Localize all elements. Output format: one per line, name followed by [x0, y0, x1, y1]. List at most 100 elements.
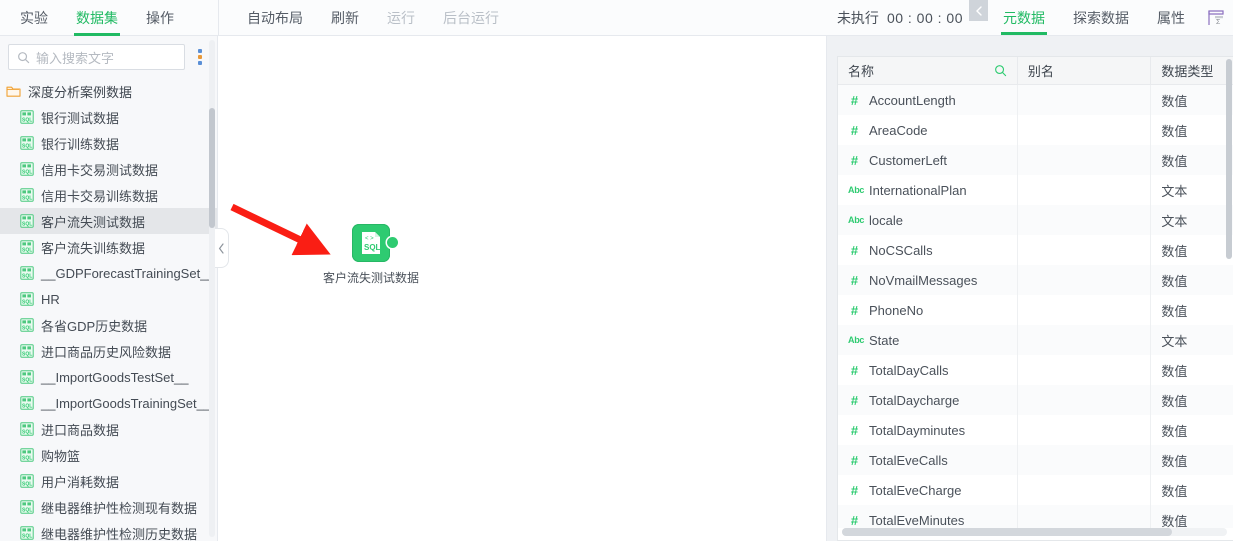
sidebar-item-12[interactable]: SQL 进口商品数据 — [0, 416, 217, 442]
sidebar-item-1[interactable]: SQL 银行训练数据 — [0, 130, 217, 156]
sidebar-item-2[interactable]: SQL 信用卡交易测试数据 — [0, 156, 217, 182]
output-port-icon[interactable] — [387, 237, 398, 248]
sidebar-item-3[interactable]: SQL 信用卡交易训练数据 — [0, 182, 217, 208]
action-button-0[interactable]: 自动布局 — [233, 0, 317, 35]
sidebar-item-10[interactable]: SQL __ImportGoodsTestSet__ — [0, 364, 217, 390]
table-summary-icon[interactable]: Σ — [1199, 0, 1233, 35]
cell-alias[interactable] — [1016, 295, 1151, 325]
search-icon[interactable] — [994, 64, 1007, 77]
sidebar-item-9[interactable]: SQL 进口商品历史风险数据 — [0, 338, 217, 364]
cell-name-label: AccountLength — [869, 92, 956, 108]
cell-datatype-label: 数值 — [1161, 273, 1188, 289]
cell-datatype: 数值 — [1150, 295, 1233, 325]
sidebar-scrollbar[interactable] — [209, 40, 215, 537]
tab-2[interactable]: 属性 — [1143, 0, 1199, 35]
dataset-node[interactable]: < > SQL 客户流失测试数据 — [323, 224, 419, 286]
sql-dataset-icon: SQL — [20, 344, 34, 358]
experiment-canvas[interactable]: < > SQL 客户流失测试数据 — [219, 36, 826, 541]
tree-folder-row[interactable]: 深度分析案例数据 — [0, 78, 217, 104]
svg-text:SQL: SQL — [364, 243, 381, 252]
tab-1[interactable]: 数据集 — [62, 0, 132, 36]
column-header-alias: 别名 — [1016, 57, 1151, 84]
top-toolbar: 实验 数据集 操作 自动布局 刷新 运行 后台运行 未执行 00 : 00 : 00 元数… — [0, 0, 1233, 36]
table-vertical-scrollbar-thumb[interactable] — [1226, 59, 1232, 259]
sidebar-item-13[interactable]: SQL 购物篮 — [0, 442, 217, 468]
table-row[interactable]: Abc InternationalPlan 文本 — [838, 175, 1233, 205]
action-button-2[interactable]: 运行 — [373, 0, 429, 35]
cell-datatype-label: 数值 — [1161, 393, 1188, 409]
cell-alias[interactable] — [1016, 505, 1151, 528]
table-row[interactable]: # TotalDaycharge 数值 — [838, 385, 1233, 415]
tab-1[interactable]: 探索数据 — [1059, 0, 1143, 35]
sql-dataset-icon: SQL — [20, 448, 34, 462]
table-row[interactable]: # AreaCode 数值 — [838, 115, 1233, 145]
table-row[interactable]: # CustomerLeft 数值 — [838, 145, 1233, 175]
tab-0[interactable]: 实验 — [6, 0, 62, 36]
sql-document-icon: < > SQL — [362, 232, 381, 254]
table-row[interactable]: # TotalEveMinutes 数值 — [838, 505, 1233, 528]
cell-alias[interactable] — [1016, 325, 1151, 355]
sidebar-item-16[interactable]: SQL 继电器维护性检测历史数据 — [0, 520, 217, 541]
table-row[interactable]: # AccountLength 数值 — [838, 85, 1233, 115]
cell-alias[interactable] — [1016, 175, 1151, 205]
sidebar-item-8[interactable]: SQL 各省GDP历史数据 — [0, 312, 217, 338]
number-type-icon: # — [850, 152, 859, 168]
cell-alias[interactable] — [1016, 415, 1151, 445]
table-row[interactable]: # TotalEveCalls 数值 — [838, 445, 1233, 475]
sidebar-item-7[interactable]: SQL HR — [0, 286, 217, 312]
sidebar-item-15[interactable]: SQL 继电器维护性检测现有数据 — [0, 494, 217, 520]
cell-alias[interactable] — [1016, 235, 1151, 265]
cell-alias[interactable] — [1016, 475, 1151, 505]
sql-dataset-icon: SQL — [20, 292, 34, 306]
table-vertical-scrollbar[interactable] — [1226, 59, 1232, 498]
tab-0[interactable]: 元数据 — [989, 0, 1059, 35]
search-input[interactable]: 输入搜索文字 — [8, 44, 185, 70]
chevron-left-icon — [218, 242, 224, 254]
table-row[interactable]: # PhoneNo 数值 — [838, 295, 1233, 325]
number-type-icon: # — [850, 422, 859, 438]
more-vertical-icon[interactable] — [189, 44, 211, 70]
table-row[interactable]: # TotalDayCalls 数值 — [838, 355, 1233, 385]
sidebar-item-6[interactable]: SQL __GDPForecastTrainingSet__ — [0, 260, 217, 286]
table-row[interactable]: Abc locale 文本 — [838, 205, 1233, 235]
table-row[interactable]: # TotalDayminutes 数值 — [838, 415, 1233, 445]
sidebar-item-0[interactable]: SQL 银行测试数据 — [0, 104, 217, 130]
sql-node-icon[interactable]: < > SQL — [352, 224, 398, 262]
cell-name-label: CustomerLeft — [869, 152, 948, 168]
node-label: 客户流失测试数据 — [323, 271, 420, 285]
svg-text:SQL: SQL — [22, 196, 32, 202]
cell-datatype-label: 数值 — [1161, 243, 1188, 259]
cell-alias[interactable] — [1016, 145, 1151, 175]
sidebar-item-4[interactable]: SQL 客户流失测试数据 — [0, 208, 217, 234]
table-row[interactable]: # NoVmailMessages 数值 — [838, 265, 1233, 295]
cell-datatype-label: 数值 — [1161, 423, 1188, 439]
cell-alias[interactable] — [1016, 115, 1151, 145]
panel-collapse-button[interactable] — [969, 0, 988, 21]
number-type-icon: # — [850, 92, 859, 108]
action-button-1[interactable]: 刷新 — [317, 0, 373, 35]
table-horizontal-scrollbar[interactable] — [842, 528, 1227, 536]
svg-text:SQL: SQL — [22, 534, 32, 540]
cell-alias[interactable] — [1016, 385, 1151, 415]
table-row[interactable]: # NoCSCalls 数值 — [838, 235, 1233, 265]
column-header-alias-label: 别名 — [1027, 64, 1054, 79]
table-row[interactable]: Abc State 文本 — [838, 325, 1233, 355]
sidebar-collapse-handle[interactable] — [215, 228, 229, 268]
action-button-3[interactable]: 后台运行 — [429, 0, 513, 35]
left-tab-group: 实验 数据集 操作 — [0, 0, 218, 36]
number-type-icon: # — [850, 512, 859, 528]
cell-alias[interactable] — [1016, 355, 1151, 385]
sidebar-item-5[interactable]: SQL 客户流失训练数据 — [0, 234, 217, 260]
table-row[interactable]: # TotalEveCharge 数值 — [838, 475, 1233, 505]
cell-alias[interactable] — [1016, 85, 1151, 115]
sidebar-item-14[interactable]: SQL 用户消耗数据 — [0, 468, 217, 494]
tab-label: 操作 — [146, 10, 174, 26]
number-type-icon: # — [850, 392, 859, 408]
cell-alias[interactable] — [1016, 445, 1151, 475]
cell-alias[interactable] — [1016, 205, 1151, 235]
sidebar-scrollbar-thumb[interactable] — [209, 108, 215, 228]
cell-alias[interactable] — [1016, 265, 1151, 295]
tab-2[interactable]: 操作 — [132, 0, 188, 36]
sidebar-item-11[interactable]: SQL __ImportGoodsTrainingSet__ — [0, 390, 217, 416]
table-horizontal-scrollbar-thumb[interactable] — [842, 528, 1172, 536]
